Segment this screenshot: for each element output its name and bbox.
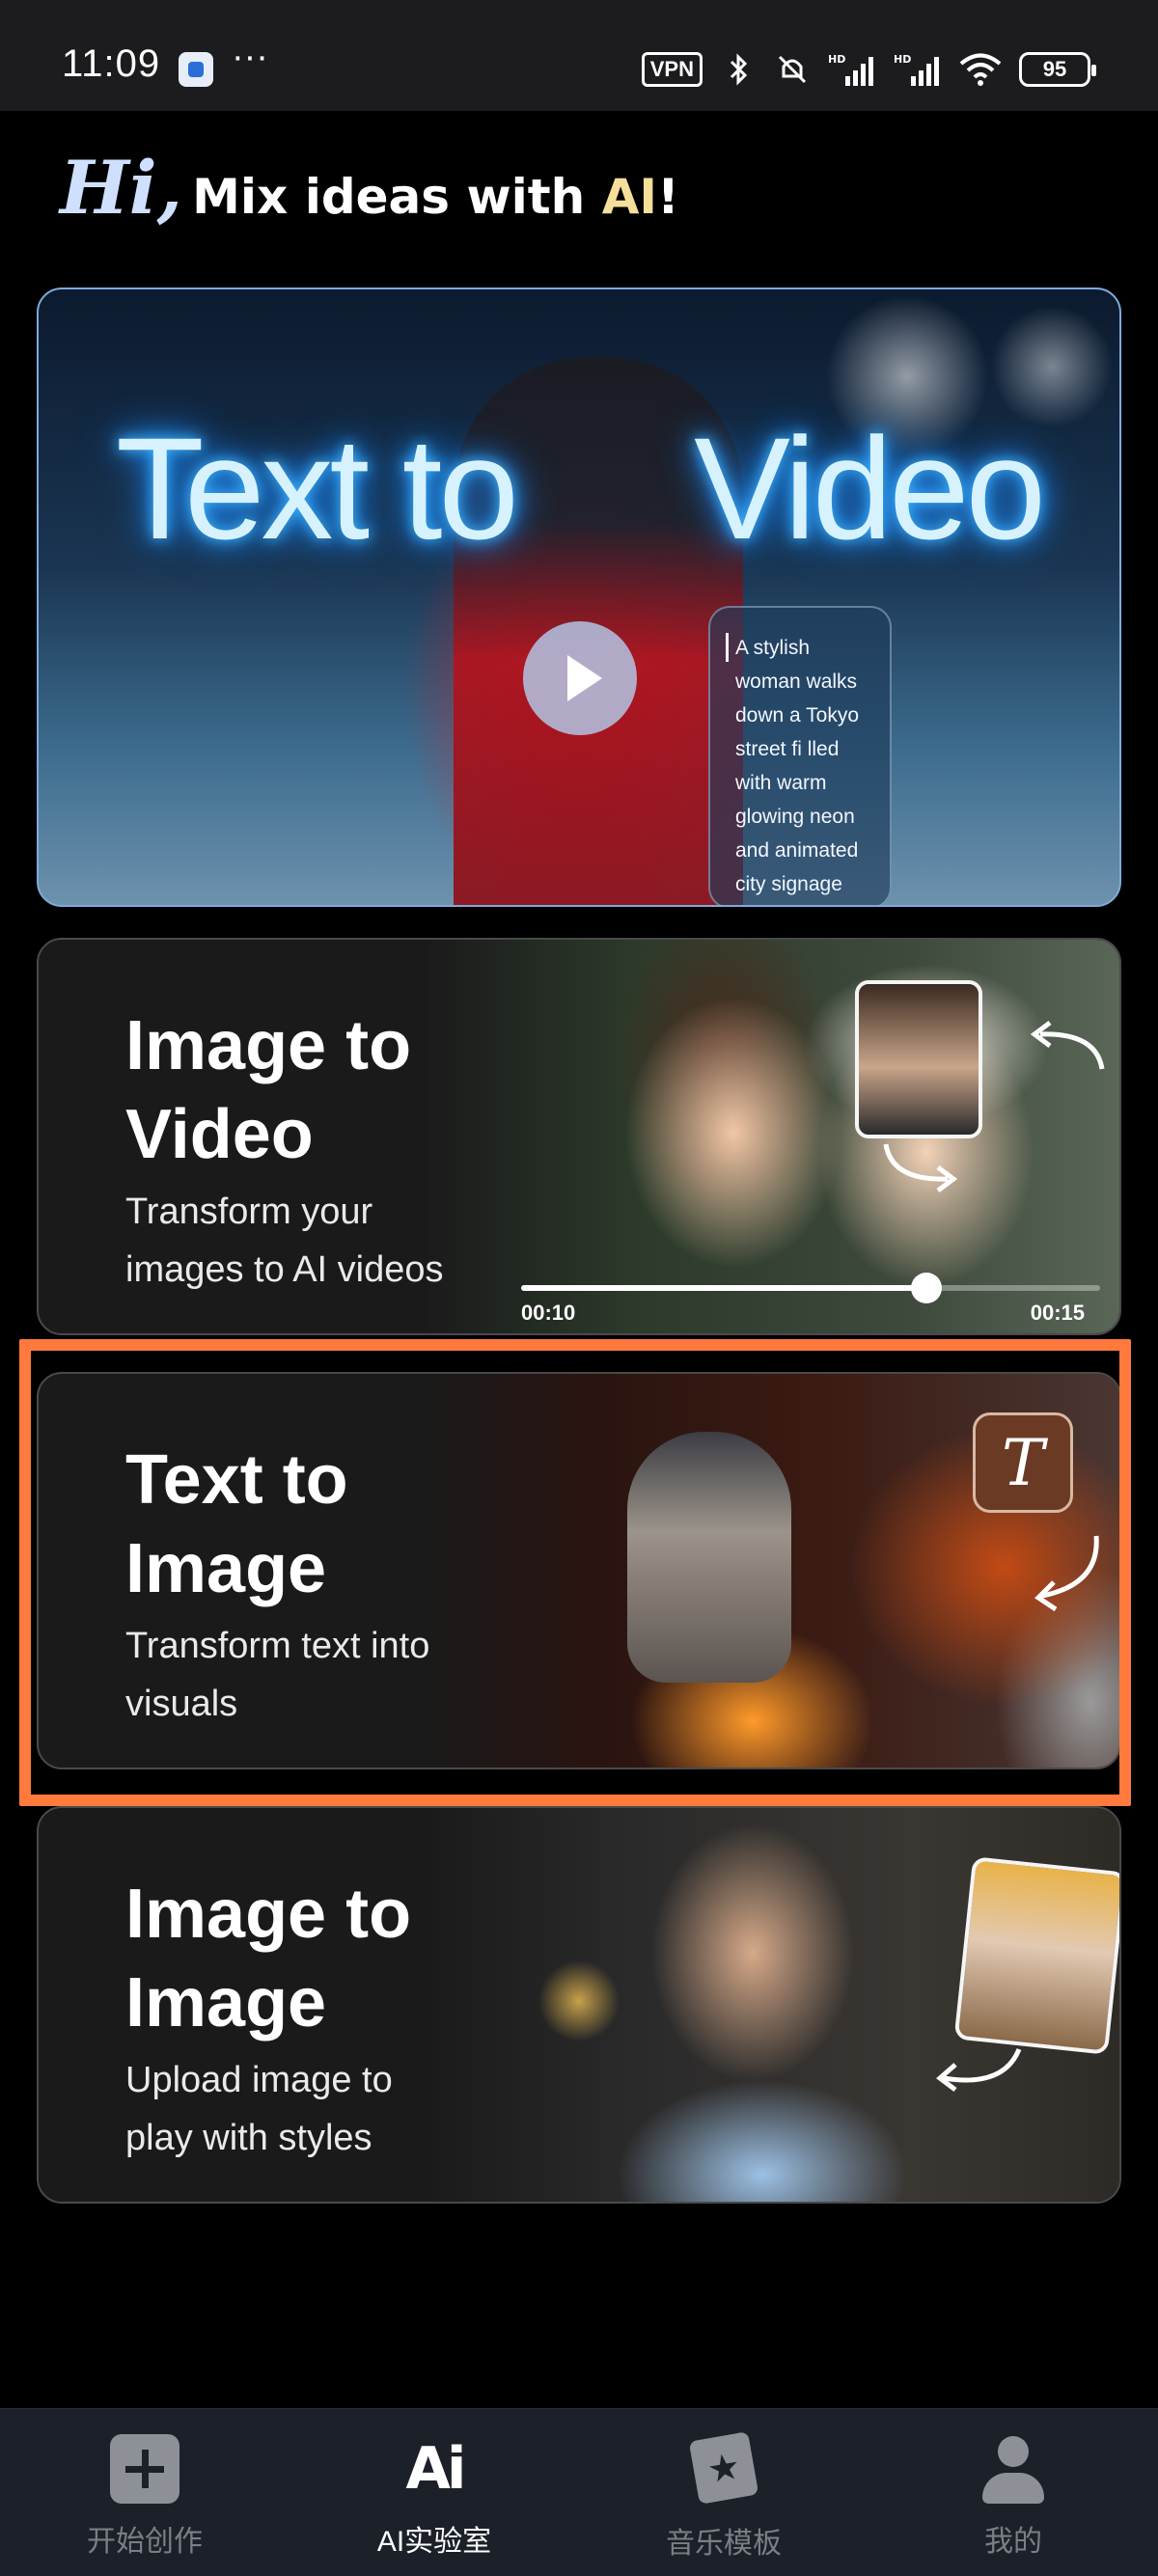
hd-signal-icon: HD [828, 53, 873, 86]
image-to-image-card[interactable]: Image to Image Upload image to play with s… [37, 1806, 1121, 2204]
nav-item-ai-lab[interactable]: Ai AI实验室 [347, 2434, 521, 2560]
nav-label: 音乐模板 [666, 2528, 782, 2560]
status-bar: 11:09 ··· VPN HD HD 95 [0, 0, 1158, 111]
card-text: Image to Video Transform your images to AI… [125, 1001, 531, 1299]
prompt-preview: A stylish woman walks down a Tokyo stree… [708, 606, 892, 905]
nav-label: 开始创作 [87, 2526, 203, 2558]
vpn-icon: VPN [641, 52, 703, 87]
hi-logo: Hi, [60, 145, 183, 231]
bottom-navigation: 开始创作 Ai AI实验室 ★ 音乐模板 我的 [0, 2408, 1158, 2576]
greeting-header: Hi, Mix ideas with AI! [60, 145, 679, 231]
text-to-video-card[interactable]: Text to Video A stylish woman walks down… [37, 288, 1121, 907]
nav-item-music-templates[interactable]: ★ 音乐模板 [637, 2431, 811, 2562]
style-reference-thumbnail [953, 1856, 1119, 2055]
svg-text:HD: HD [894, 53, 911, 66]
hero-title: Text to Video [116, 405, 1046, 572]
curved-arrow-icon [1030, 1021, 1105, 1070]
card-subtitle: Upload image to play with styles [125, 2051, 531, 2167]
nav-label: 我的 [984, 2526, 1042, 2558]
card-title-line2: Image [125, 1964, 327, 2042]
card-title-line1: Image to [125, 1007, 412, 1084]
card-subtitle: Transform text into visuals [125, 1617, 531, 1733]
tagline-ai: AI [601, 169, 657, 225]
battery-level: 95 [1042, 57, 1067, 81]
prompt-text: A stylish woman walks down a Tokyo stree… [735, 637, 860, 895]
nav-item-profile[interactable]: 我的 [926, 2434, 1100, 2560]
source-photo-thumbnail [855, 980, 982, 1138]
card-subtitle-line2: play with styles [125, 2118, 372, 2158]
card-title-line2: Image [125, 1530, 327, 1607]
card-title: Image to Image [125, 1870, 531, 2047]
card-subtitle-line1: Transform text into [125, 1626, 430, 1666]
time-end: 00:15 [1030, 1301, 1085, 1325]
play-icon[interactable] [523, 621, 637, 735]
music-template-icon: ★ [688, 2431, 759, 2506]
card-subtitle: Transform your images to AI videos [125, 1183, 531, 1299]
card-text: Image to Image Upload image to play with s… [125, 1870, 531, 2167]
tagline: Mix ideas with AI! [192, 169, 679, 225]
battery-icon: 95 [1019, 52, 1096, 87]
hd-signal-icon: HD [894, 53, 939, 86]
status-time: 11:09 [62, 42, 161, 85]
timeline-progress [521, 1285, 926, 1291]
card-subtitle-line1: Transform your [125, 1192, 373, 1232]
card-text: Text to Image Transform text into visuals [125, 1436, 531, 1733]
card-title-line1: Text to [125, 1441, 348, 1519]
wifi-icon [959, 53, 1002, 86]
card-title: Text to Image [125, 1436, 531, 1613]
app-notification-icon [179, 52, 213, 87]
video-timeline[interactable] [521, 1273, 1100, 1303]
image-to-video-card[interactable]: Image to Video Transform your images to AI… [37, 938, 1121, 1335]
card-title-line1: Image to [125, 1876, 412, 1953]
plus-icon [110, 2434, 179, 2504]
mute-icon [778, 55, 807, 84]
svg-text:HD: HD [828, 53, 845, 66]
card-title: Image to Video [125, 1001, 531, 1179]
more-notifications-icon: ··· [232, 37, 268, 77]
status-indicators: VPN HD HD 95 [641, 48, 1096, 91]
profile-icon [979, 2434, 1048, 2504]
timeline-scrubber[interactable] [911, 1273, 942, 1303]
curved-arrow-icon [883, 1143, 958, 1192]
card-subtitle-line1: Upload image to [125, 2060, 393, 2100]
tagline-prefix: Mix ideas with [192, 169, 602, 225]
time-start: 00:10 [521, 1301, 576, 1325]
hero-title-right: Video [694, 407, 1046, 569]
hero-title-left: Text to [116, 407, 519, 569]
bluetooth-icon [730, 53, 748, 86]
curved-arrow-icon [936, 2047, 1022, 2092]
card-title-line2: Video [125, 1096, 314, 1173]
ai-icon: Ai [405, 2435, 466, 2503]
card-subtitle-line2: images to AI videos [125, 1249, 444, 1290]
nav-item-create[interactable]: 开始创作 [58, 2434, 232, 2560]
nav-label: AI实验室 [376, 2526, 492, 2558]
tagline-suffix: ! [657, 169, 679, 225]
card-subtitle-line2: visuals [125, 1684, 238, 1724]
